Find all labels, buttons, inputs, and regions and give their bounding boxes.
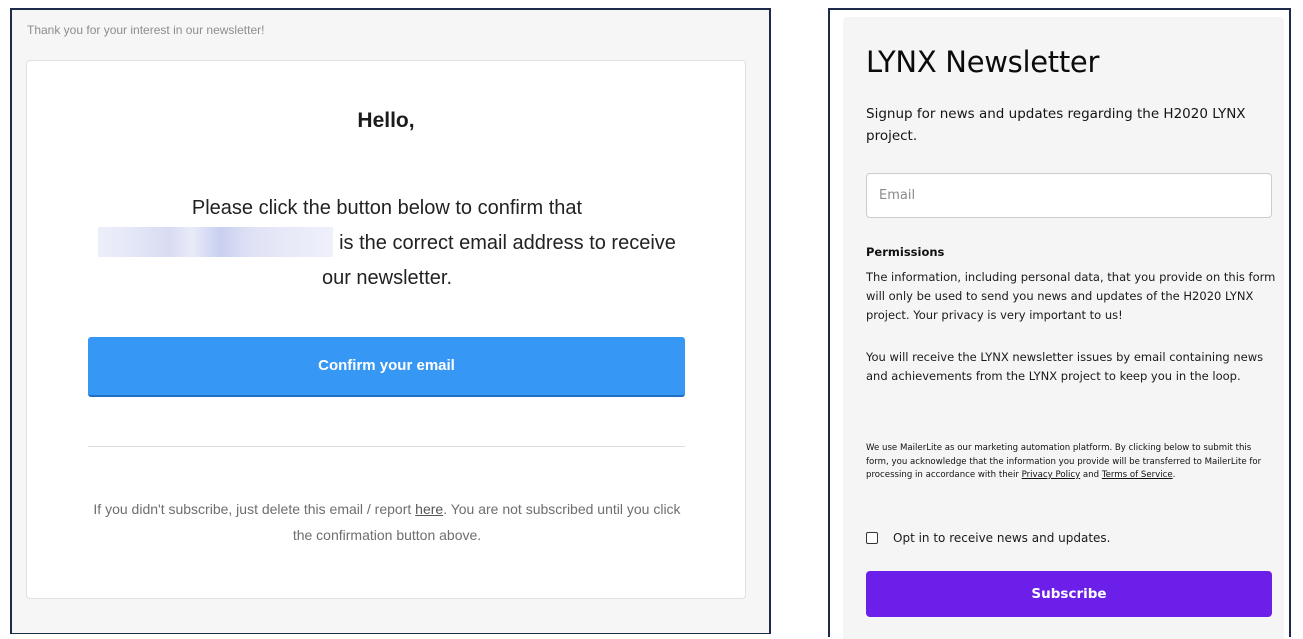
legal-text-and: and bbox=[1080, 470, 1102, 480]
email-card: Hello, Please click the button below to … bbox=[26, 60, 746, 599]
form-title: LYNX Newsletter bbox=[866, 45, 1100, 79]
redacted-email-address bbox=[98, 227, 334, 257]
email-body-before: Please click the button below to confirm… bbox=[191, 197, 583, 219]
optin-row[interactable]: Opt in to receive news and updates. bbox=[866, 531, 1110, 545]
email-preview-panel: Thank you for your interest in our newsl… bbox=[10, 8, 771, 634]
form-subtitle: Signup for news and updates regarding th… bbox=[866, 106, 1246, 144]
newsletter-signup-form: LYNX Newsletter Signup for news and upda… bbox=[843, 17, 1284, 639]
email-footer-note: If you didn't subscribe, just delete thi… bbox=[82, 496, 692, 548]
divider bbox=[88, 446, 685, 447]
report-link[interactable]: here bbox=[415, 501, 443, 517]
footer-text-before: If you didn't subscribe, just delete thi… bbox=[93, 501, 416, 517]
permissions-text-1: The information, including personal data… bbox=[866, 270, 1276, 322]
email-input[interactable] bbox=[866, 173, 1272, 218]
email-preheader: Thank you for your interest in our newsl… bbox=[27, 23, 265, 37]
subscribe-button[interactable]: Subscribe bbox=[866, 571, 1272, 617]
email-body-after: is the correct email address to receive … bbox=[321, 232, 676, 289]
legal-text: We use MailerLite as our marketing autom… bbox=[866, 442, 1276, 483]
email-greeting: Hello, bbox=[357, 109, 415, 132]
permissions-heading: Permissions bbox=[866, 245, 945, 259]
terms-of-service-link[interactable]: Terms of Service bbox=[1102, 470, 1173, 480]
email-body-text: Please click the button below to confirm… bbox=[87, 191, 687, 296]
privacy-policy-link[interactable]: Privacy Policy bbox=[1022, 470, 1081, 480]
legal-text-end: . bbox=[1172, 470, 1176, 480]
permissions-text-2: You will receive the LYNX newsletter iss… bbox=[866, 350, 1264, 383]
signup-panel: LYNX Newsletter Signup for news and upda… bbox=[828, 8, 1291, 639]
optin-checkbox[interactable] bbox=[866, 532, 878, 544]
confirm-email-button[interactable]: Confirm your email bbox=[88, 337, 685, 397]
optin-label[interactable]: Opt in to receive news and updates. bbox=[893, 531, 1110, 545]
